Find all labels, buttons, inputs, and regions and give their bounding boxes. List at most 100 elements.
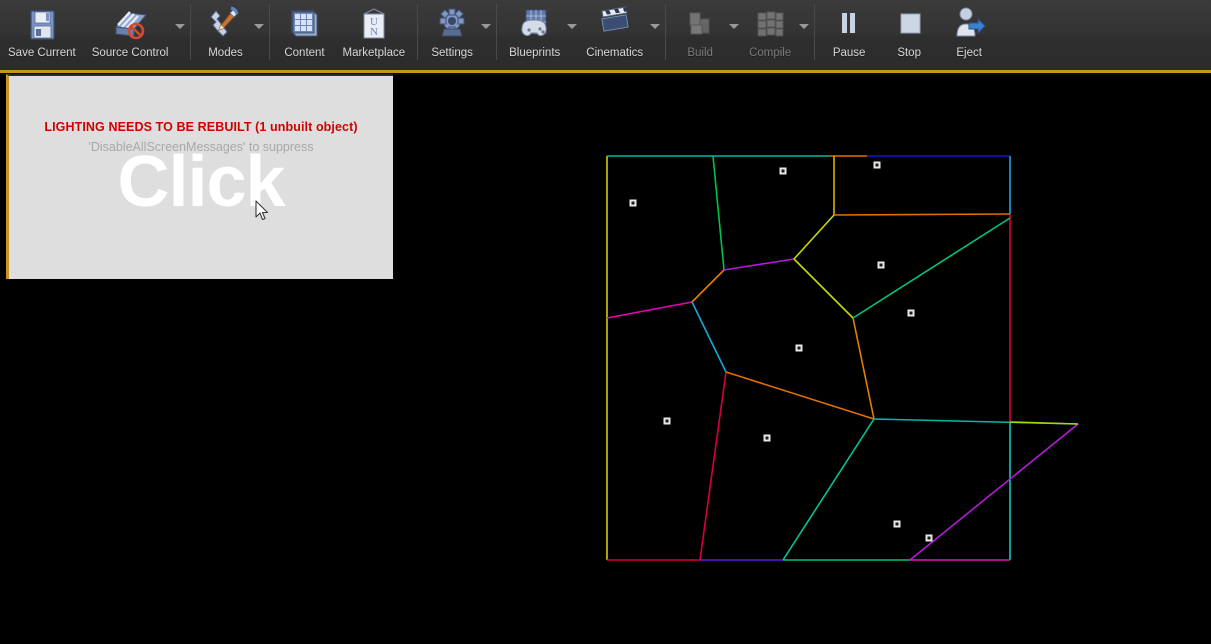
modes-button[interactable]: Modes [195,0,265,70]
toolbar-separator [417,4,419,60]
voronoi-edge [852,317,875,420]
content-browser-icon [282,4,326,46]
voronoi-edge [725,371,875,420]
voronoi-site-marker [907,309,915,317]
voronoi-edge [1009,421,1079,425]
toolbar-group-play: Pause Stop Eject [819,0,999,70]
voronoi-edge [793,258,854,319]
voronoi-site-marker [873,161,881,169]
toolbar-group-modes: Modes [195,0,265,70]
cinematics-button[interactable]: Cinematics [578,0,661,70]
voronoi-site-marker [925,534,933,542]
compile-label: Compile [749,47,792,59]
build-button[interactable]: Build [670,0,740,70]
chevron-down-icon[interactable] [175,24,186,29]
source-control-icon [108,4,152,46]
save-current-label: Save Current [8,47,76,59]
voronoi-edge [782,418,875,561]
voronoi-site-center [797,346,801,350]
stop-icon [887,4,931,46]
voronoi-edge [873,418,1079,425]
voronoi-edge-group [606,155,1079,561]
voronoi-edge [691,269,725,303]
viewport-canvas[interactable]: LIGHTING NEEDS TO BE REBUILT (1 unbuilt … [9,76,393,279]
blueprints-label: Blueprints [509,47,561,59]
voronoi-site-marker [877,261,885,269]
voronoi-site-center [895,522,899,526]
voronoi-site-center [927,536,931,540]
voronoi-site-marker [779,167,787,175]
marketplace-bag-icon: U N [352,4,396,46]
compile-button[interactable]: Compile [740,0,810,70]
voronoi-site-center [875,163,879,167]
toolbar-group-file: Save Current Source Control [0,0,186,70]
voronoi-site-marker [893,520,901,528]
voronoi-site-center [631,201,635,205]
floppy-disk-icon [20,4,64,46]
voronoi-site-marker [763,434,771,442]
voronoi-edge [852,217,1011,319]
stop-button[interactable]: Stop [879,0,939,70]
voronoi-site-center [879,263,883,267]
voronoi-edge [691,301,727,373]
chevron-down-icon[interactable] [481,24,492,29]
gear-icon [430,4,474,46]
voronoi-edge [699,371,727,561]
build-blocks-icon [678,4,722,46]
toolbar-group-build: Build Compile [670,0,810,70]
compile-cubes-icon [748,4,792,46]
save-current-button[interactable]: Save Current [0,0,84,70]
toolbar-separator [814,4,816,60]
toolbar-group-blueprints: Blueprints Cinematics [501,0,661,70]
toolbar-separator [665,4,667,60]
clapperboard-icon [593,4,637,46]
toolbar-separator [496,4,498,60]
voronoi-site-marker [629,199,637,207]
marketplace-label: Marketplace [342,47,406,59]
content-button[interactable]: Content [274,0,334,70]
settings-button[interactable]: Settings [422,0,492,70]
toolbar-separator [269,4,271,60]
voronoi-site-center [765,436,769,440]
cinematics-label: Cinematics [586,47,644,59]
chevron-down-icon[interactable] [729,24,740,29]
eject-label: Eject [956,47,982,59]
source-control-label: Source Control [91,47,169,59]
content-label: Content [284,47,325,59]
mouse-pointer-icon [255,200,269,221]
marketplace-button[interactable]: U N Marketplace [334,0,413,70]
eject-button[interactable]: Eject [939,0,999,70]
voronoi-site-marker [663,417,671,425]
unreal-editor-window: Save Current Source Control Modes Conten… [0,0,1211,644]
voronoi-edge [606,301,693,319]
voronoi-edge [833,213,1011,216]
voronoi-edge [909,423,1079,561]
voronoi-edge [723,258,795,271]
voronoi-site-center [781,169,785,173]
build-label: Build [687,47,713,59]
toolbar-group-settings: Settings [422,0,492,70]
voronoi-edge [793,214,835,260]
chevron-down-icon[interactable] [567,24,578,29]
voronoi-site-center [665,419,669,423]
play-in-editor-viewport[interactable]: LIGHTING NEEDS TO BE REBUILT (1 unbuilt … [6,74,393,279]
voronoi-site-center [909,311,913,315]
blueprints-button[interactable]: Blueprints [501,0,578,70]
voronoi-site-group [629,161,933,542]
chevron-down-icon[interactable] [799,24,810,29]
pause-button[interactable]: Pause [819,0,879,70]
click-overlay-text: Click [117,142,285,222]
pause-label: Pause [832,47,866,59]
lighting-warning-text: LIGHTING NEEDS TO BE REBUILT (1 unbuilt … [44,120,358,134]
chevron-down-icon[interactable] [254,24,265,29]
eject-person-icon [947,4,991,46]
voronoi-site-marker [795,344,803,352]
blueprint-gamepad-icon [513,4,557,46]
source-control-button[interactable]: Source Control [84,0,187,70]
main-toolbar: Save Current Source Control Modes Conten… [0,0,1211,70]
stop-label: Stop [897,47,921,59]
chevron-down-icon[interactable] [650,24,661,29]
svg-text:N: N [370,26,378,38]
modes-label: Modes [208,47,243,59]
settings-label: Settings [431,47,473,59]
